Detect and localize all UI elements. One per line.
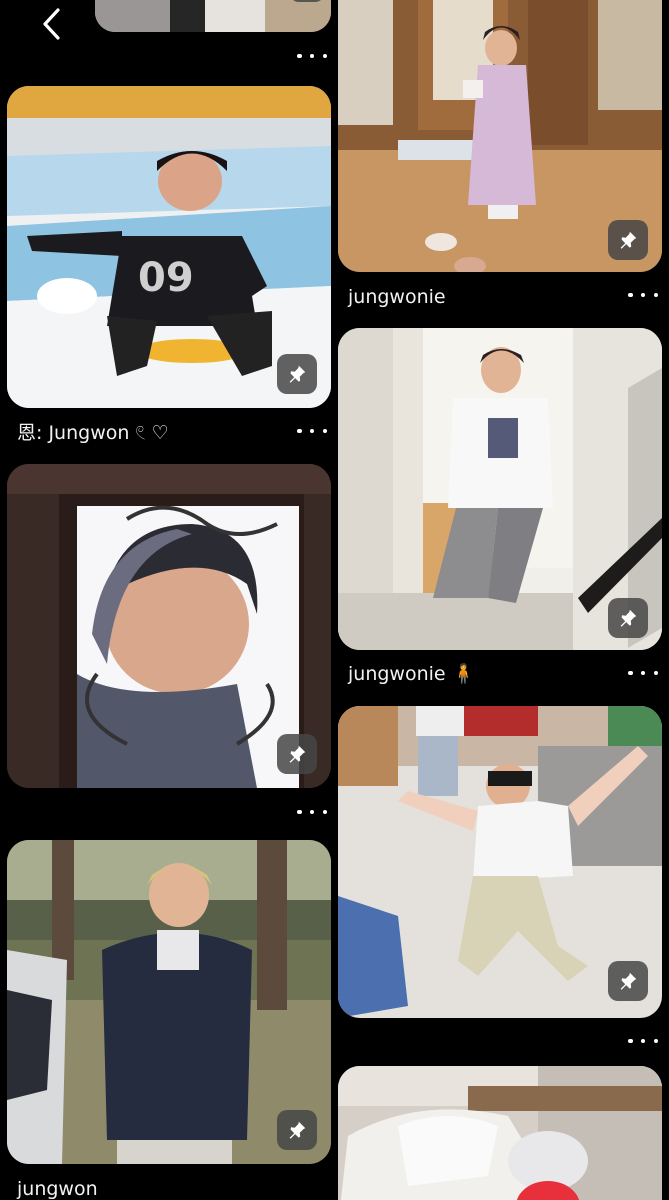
pushpin-icon [620,972,637,990]
pin-caption: 恩: Jungwon 𓏲 ♡ [17,422,169,444]
save-button[interactable] [277,734,317,774]
pin-image-window[interactable] [7,464,331,788]
pin-image-sled[interactable]: 09 [7,86,331,408]
save-button[interactable] [608,598,648,638]
more-options-button[interactable] [297,805,327,819]
save-button[interactable] [608,961,648,1001]
pin-image-dance[interactable] [338,706,662,1018]
more-options-button[interactable] [628,288,658,302]
pin-image-top-left[interactable] [95,0,331,32]
pin-image-hallway[interactable] [338,328,662,650]
pin-photo [338,1066,662,1200]
more-options-button[interactable] [628,666,658,680]
pin-caption: jungwon [17,1178,98,1200]
pin-caption: jungwonie 🧍 [348,663,476,685]
pushpin-icon [620,609,637,627]
save-button[interactable] [608,220,648,260]
pin-image-bed[interactable] [338,1066,662,1200]
pushpin-icon [289,745,306,763]
more-options-button[interactable] [297,49,327,63]
pushpin-icon [289,1121,306,1139]
pin-photo [95,0,331,32]
save-button[interactable] [277,1110,317,1150]
more-options-button[interactable] [628,1034,658,1048]
pin-caption: jungwonie [348,286,446,308]
pushpin-icon [620,231,637,249]
pushpin-icon [289,365,306,383]
svg-text:09: 09 [138,255,194,301]
pin-image-park[interactable] [7,840,331,1164]
back-button[interactable] [28,2,76,46]
save-button[interactable] [277,354,317,394]
chevron-left-icon [43,8,60,40]
pin-image-hanok[interactable] [338,0,662,272]
more-options-button[interactable] [297,424,327,438]
